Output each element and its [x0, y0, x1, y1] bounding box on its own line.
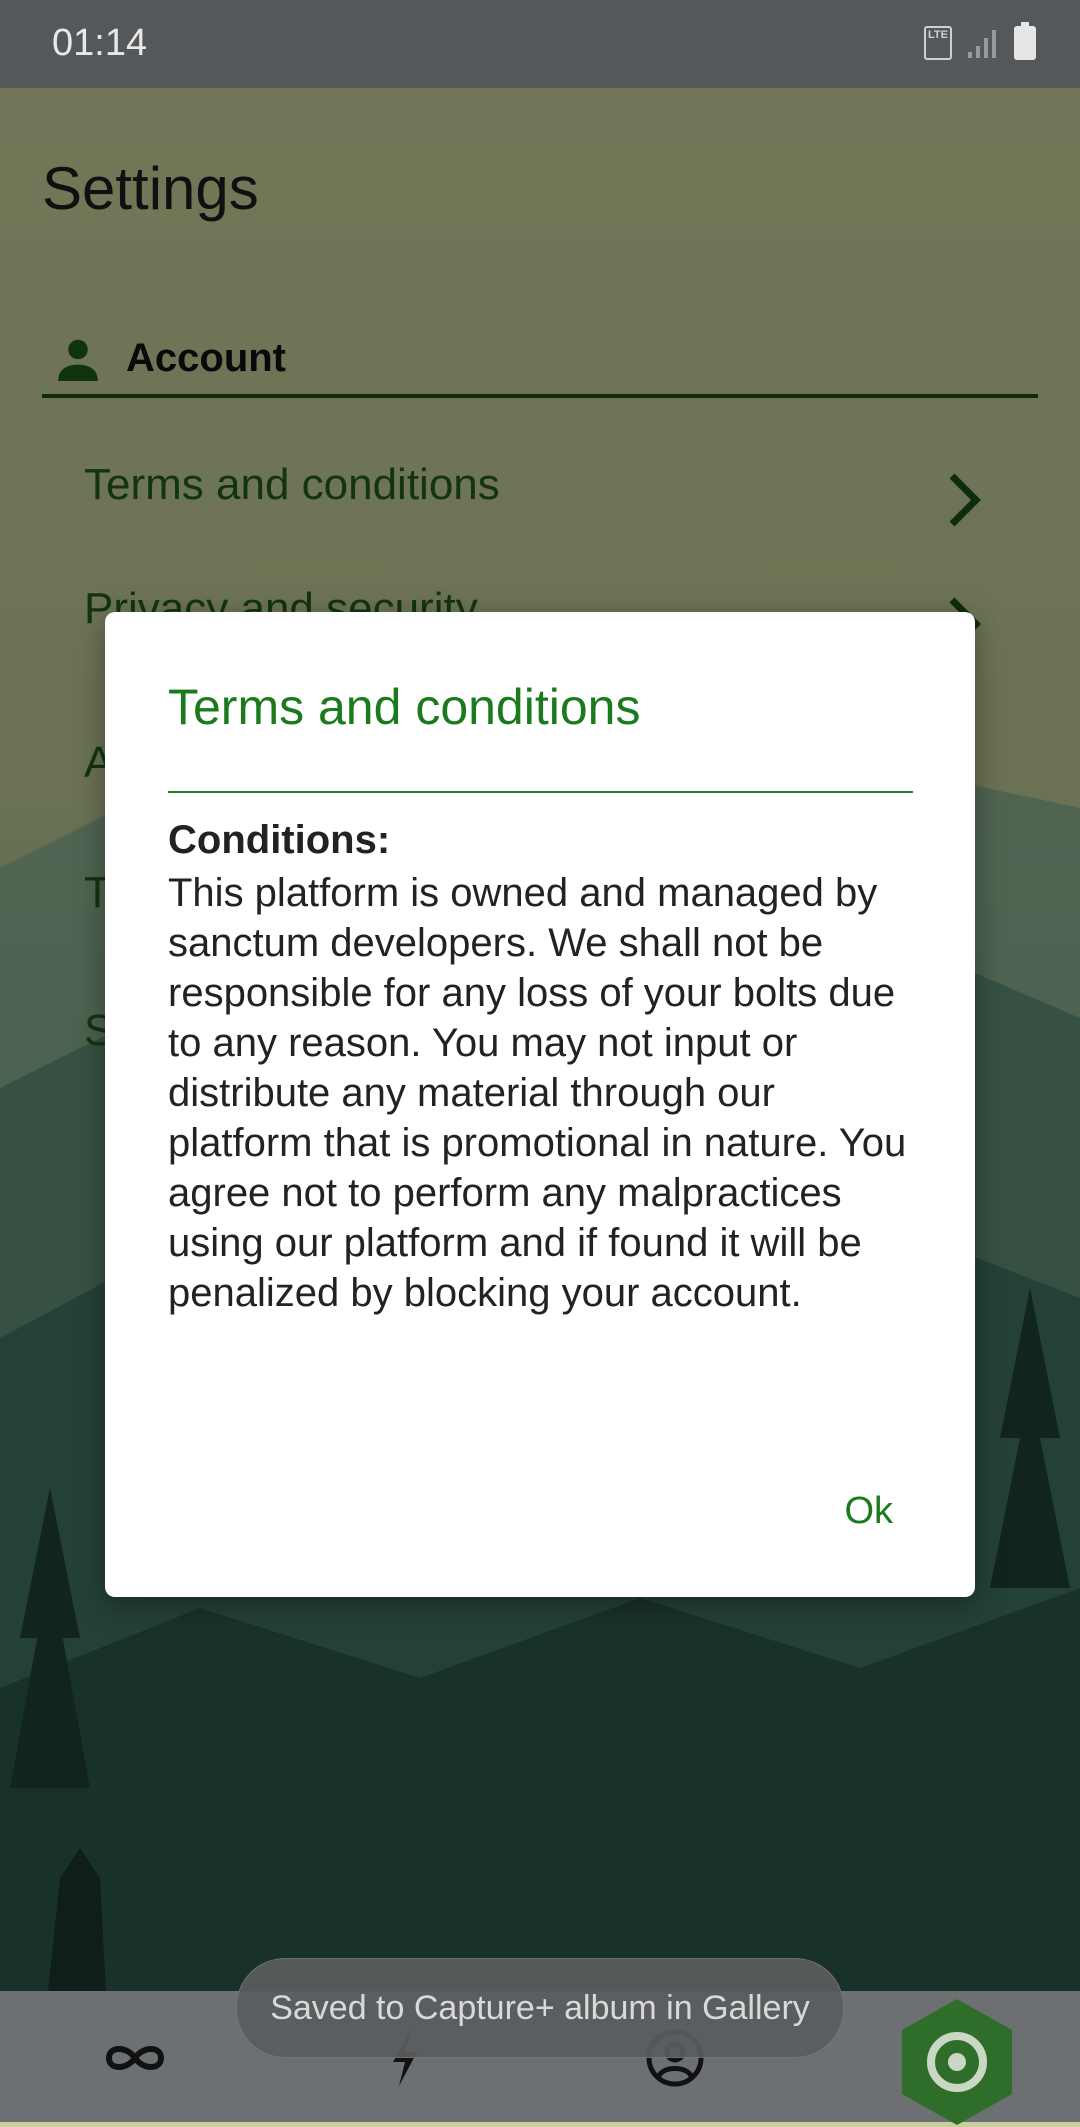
lte-icon: LTE: [924, 26, 952, 60]
status-time: 01:14: [52, 22, 148, 64]
settings-target-icon[interactable]: [892, 1997, 1022, 2127]
dialog-body-text: This platform is owned and managed by sa…: [168, 871, 907, 1315]
infinity-icon: [105, 2046, 165, 2070]
status-icons: LTE: [924, 22, 1036, 60]
dialog-divider: [168, 791, 913, 793]
terms-dialog: Terms and conditions Conditions: This pl…: [105, 612, 975, 1597]
battery-icon: [1014, 22, 1036, 60]
signal-icon: [968, 30, 996, 58]
status-bar: 01:14 LTE: [0, 0, 1080, 88]
ok-button[interactable]: Ok: [844, 1490, 893, 1533]
nav-infinity-button[interactable]: [90, 2013, 180, 2103]
dialog-title: Terms and conditions: [168, 679, 641, 735]
dialog-heading: Conditions:: [168, 818, 391, 862]
toast-message: Saved to Capture+ album in Gallery: [236, 1958, 844, 2058]
